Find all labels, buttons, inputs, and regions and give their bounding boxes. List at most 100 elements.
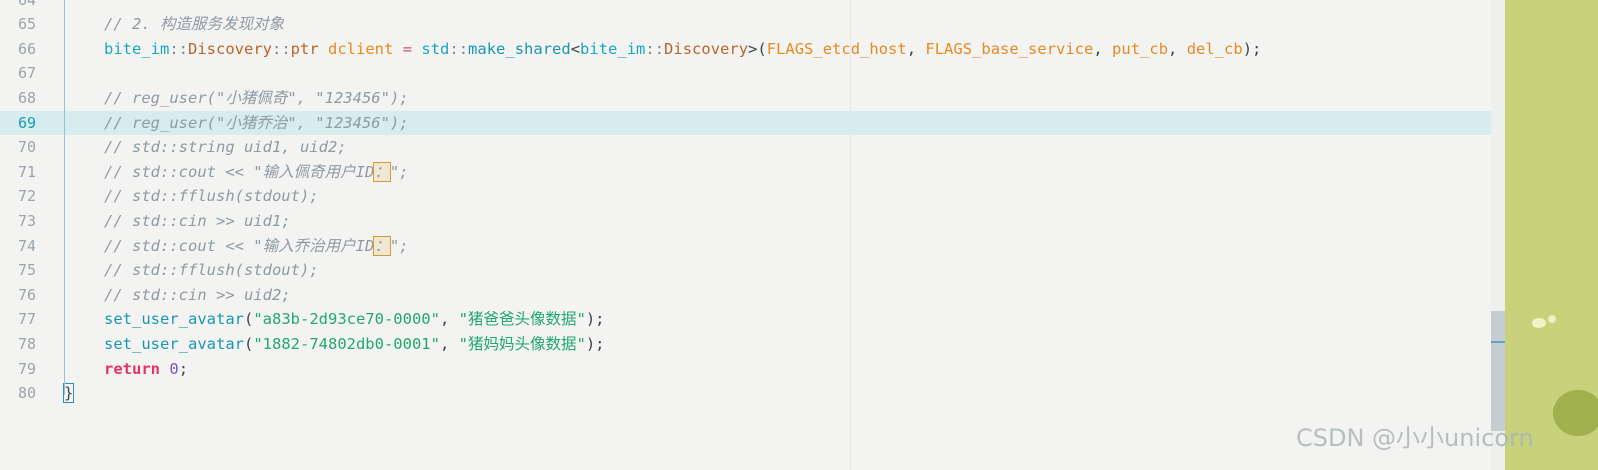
code-token: put_cb bbox=[1112, 39, 1169, 58]
code-token: >( bbox=[748, 39, 767, 58]
code-token: = bbox=[402, 39, 413, 58]
code-token: ; bbox=[178, 359, 189, 378]
code-text: set_user_avatar("a83b-2d93ce70-0000", "猪… bbox=[104, 307, 604, 332]
desktop-wallpaper bbox=[1505, 0, 1598, 470]
code-token: // std::string uid1, uid2; bbox=[104, 138, 347, 157]
line-number: 80 bbox=[17, 384, 36, 403]
code-token: "a83b-2d93ce70-0000" bbox=[253, 310, 440, 329]
code-token: } bbox=[62, 383, 75, 404]
code-token: FLAGS_etcd_host bbox=[766, 39, 907, 58]
code-token: // std::fflush(stdout); bbox=[104, 187, 319, 206]
line-number: 78 bbox=[17, 334, 36, 353]
code-line[interactable]: 70 // std::string uid1, uid2; bbox=[0, 135, 1505, 160]
line-number: 76 bbox=[17, 285, 36, 304]
line-number: 77 bbox=[17, 310, 36, 329]
code-token: bite_im bbox=[580, 39, 646, 58]
csdn-watermark: CSDN @小小unicorn bbox=[1296, 424, 1534, 452]
code-token: // std::cout << "输入佩奇用户ID bbox=[104, 162, 375, 181]
code-text: // std::fflush(stdout); bbox=[104, 184, 319, 209]
code-line[interactable]: 78 set_user_avatar("1882-74802db0-0001", … bbox=[0, 332, 1505, 357]
code-token: "猪妈妈头像数据" bbox=[458, 334, 586, 353]
code-text: // std::string uid1, uid2; bbox=[104, 135, 347, 160]
code-token: ( bbox=[243, 334, 254, 353]
code-token: del_cb bbox=[1186, 39, 1243, 58]
line-number: 72 bbox=[17, 187, 36, 206]
code-text: // std::cin >> uid1; bbox=[104, 209, 291, 234]
vertical-scrollbar[interactable] bbox=[1491, 0, 1505, 470]
code-line[interactable]: 69 // reg_user("小猪乔治", "123456"); bbox=[0, 110, 1505, 136]
code-token: , bbox=[439, 310, 459, 329]
code-token: ); bbox=[1242, 39, 1262, 58]
code-text: // reg_user("小猪佩奇", "123456"); bbox=[104, 86, 409, 111]
code-token: set_user_avatar bbox=[104, 334, 244, 353]
code-token: // reg_user("小猪乔治", "123456"); bbox=[104, 113, 409, 132]
code-token: // std::fflush(stdout); bbox=[104, 261, 319, 280]
indent-guide bbox=[64, 0, 65, 395]
code-line[interactable]: 66 bite_im::Discovery::ptr dclient = std:… bbox=[0, 37, 1505, 62]
code-line[interactable]: 75 // std::fflush(stdout); bbox=[0, 258, 1505, 283]
code-token: ); bbox=[585, 310, 605, 329]
code-token: , bbox=[906, 39, 926, 58]
code-token: , bbox=[439, 334, 459, 353]
code-token: :: bbox=[449, 39, 469, 58]
code-token: // reg_user("小猪佩奇", "123456"); bbox=[104, 88, 409, 107]
code-text: } bbox=[62, 381, 75, 406]
code-token: bite_im bbox=[104, 39, 170, 58]
code-text: // std::cout << "输入佩奇用户ID："; bbox=[104, 160, 409, 185]
line-number: 71 bbox=[17, 162, 36, 181]
wallpaper-dot bbox=[1532, 318, 1546, 328]
code-line[interactable]: 80} bbox=[0, 381, 1505, 406]
code-text: // reg_user("小猪乔治", "123456"); bbox=[104, 111, 409, 136]
wallpaper-dot bbox=[1548, 315, 1556, 323]
code-line[interactable]: 76 // std::cin >> uid2; bbox=[0, 283, 1505, 308]
code-token: // std::cin >> uid2; bbox=[104, 285, 291, 304]
line-number: 79 bbox=[17, 359, 36, 378]
code-text: // 2. 构造服务发现对象 bbox=[104, 12, 284, 37]
code-token: :: bbox=[272, 39, 291, 58]
line-number: 64 bbox=[0, 0, 36, 12]
code-token: make_shared bbox=[468, 39, 571, 58]
line-number: 69 bbox=[17, 113, 36, 132]
code-line[interactable]: 79 return 0; bbox=[0, 357, 1505, 382]
code-token: ptr bbox=[290, 39, 319, 58]
code-line[interactable]: 72 // std::fflush(stdout); bbox=[0, 184, 1505, 209]
code-editor[interactable]: 6465 // 2. 构造服务发现对象66 bite_im::Discovery::… bbox=[0, 0, 1505, 470]
line-number: 67 bbox=[17, 64, 36, 83]
code-line[interactable]: 73 // std::cin >> uid1; bbox=[0, 209, 1505, 234]
wallpaper-dot bbox=[1553, 390, 1598, 436]
code-text: set_user_avatar("1882-74802db0-0001", "猪… bbox=[104, 332, 604, 357]
code-text: bite_im::Discovery::ptr dclient = std::m… bbox=[104, 37, 1261, 62]
code-token: :: bbox=[169, 39, 188, 58]
code-line[interactable]: 71 // std::cout << "输入佩奇用户ID："; bbox=[0, 160, 1505, 185]
code-token: dclient bbox=[328, 39, 394, 58]
code-token: "1882-74802db0-0001" bbox=[253, 334, 440, 353]
code-text: // std::fflush(stdout); bbox=[104, 258, 319, 283]
code-token: , bbox=[1168, 39, 1187, 58]
code-line[interactable]: 65 // 2. 构造服务发现对象 bbox=[0, 12, 1505, 37]
code-line[interactable]: 67 bbox=[0, 61, 1505, 86]
code-token: // std::cout << "输入乔治用户ID bbox=[104, 236, 375, 255]
code-token: std bbox=[421, 39, 450, 58]
code-line[interactable]: 77 set_user_avatar("a83b-2d93ce70-0000", … bbox=[0, 307, 1505, 332]
code-token: ( bbox=[243, 310, 254, 329]
code-token: ); bbox=[585, 334, 605, 353]
code-token: "; bbox=[389, 162, 409, 181]
code-token: // 2. 构造服务发现对象 bbox=[104, 15, 284, 34]
line-number: 70 bbox=[17, 138, 36, 157]
code-line[interactable]: 68 // reg_user("小猪佩奇", "123456"); bbox=[0, 86, 1505, 111]
code-text: return 0; bbox=[104, 357, 188, 382]
code-token: "; bbox=[389, 236, 409, 255]
scrollbar-thumb[interactable] bbox=[1491, 311, 1505, 431]
code-line[interactable]: 74 // std::cout << "输入乔治用户ID："; bbox=[0, 234, 1505, 259]
line-number: 74 bbox=[17, 236, 36, 255]
code-line[interactable]: 64 bbox=[0, 0, 1505, 12]
code-token: < bbox=[570, 39, 581, 58]
code-token: ： bbox=[373, 161, 391, 182]
line-number: 66 bbox=[17, 39, 36, 58]
code-token: Discovery bbox=[664, 39, 749, 58]
code-token: , bbox=[1093, 39, 1113, 58]
line-number: 68 bbox=[17, 88, 36, 107]
